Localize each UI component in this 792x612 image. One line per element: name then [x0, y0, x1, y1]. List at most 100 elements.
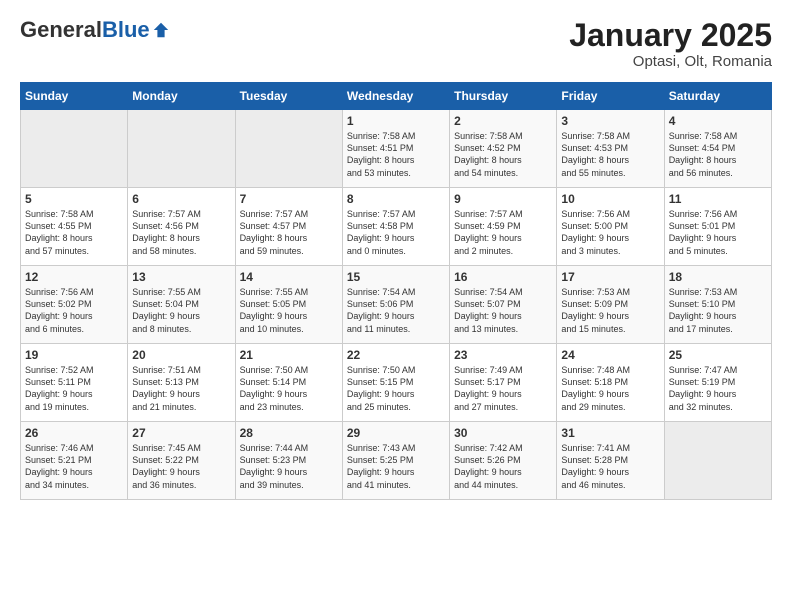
calendar-cell: 28 Sunrise: 7:44 AM Sunset: 5:23 PM Dayli… — [235, 422, 342, 500]
day-number: 28 — [240, 426, 338, 440]
calendar-cell: 24 Sunrise: 7:48 AM Sunset: 5:18 PM Dayli… — [557, 344, 664, 422]
day-info: Sunrise: 7:55 AM Sunset: 5:05 PM Dayligh… — [240, 286, 338, 335]
day-info: Sunrise: 7:50 AM Sunset: 5:14 PM Dayligh… — [240, 364, 338, 413]
calendar-cell: 30Sunrise: 7:42 AM Sunset: 5:26 PM Dayli… — [450, 422, 557, 500]
calendar-cell: 4 Sunrise: 7:58 AM Sunset: 4:54 PM Daylig… — [664, 110, 771, 188]
day-info: Sunrise: 7:56 AM Sunset: 5:00 PM Dayligh… — [561, 208, 659, 257]
day-info: Sunrise: 7:56 AM Sunset: 5:02 PM Dayligh… — [25, 286, 123, 335]
calendar-title: January 2025 — [569, 18, 772, 53]
header: GeneralBlue January 2025 Optasi, Olt, Ro… — [20, 18, 772, 70]
calendar-cell: 5 Sunrise: 7:58 AM Sunset: 4:55 PM Daylig… — [21, 188, 128, 266]
calendar-cell: 1 Sunrise: 7:58 AM Sunset: 4:51 PM Daylig… — [342, 110, 449, 188]
day-info: Sunrise: 7:46 AM Sunset: 5:21 PM Dayligh… — [25, 442, 123, 491]
day-number: 5 — [25, 192, 123, 206]
day-info: Sunrise: 7:56 AM Sunset: 5:01 PM Dayligh… — [669, 208, 767, 257]
calendar-cell: 20 Sunrise: 7:51 AM Sunset: 5:13 PM Dayli… — [128, 344, 235, 422]
calendar-cell: 19 Sunrise: 7:52 AM Sunset: 5:11 PM Dayli… — [21, 344, 128, 422]
day-info: Sunrise: 7:51 AM Sunset: 5:13 PM Dayligh… — [132, 364, 230, 413]
day-info: Sunrise: 7:53 AM Sunset: 5:09 PM Dayligh… — [561, 286, 659, 335]
day-number: 13 — [132, 270, 230, 284]
day-number: 27 — [132, 426, 230, 440]
day-number: 2 — [454, 114, 552, 128]
day-info: Sunrise: 7:53 AM Sunset: 5:10 PM Dayligh… — [669, 286, 767, 335]
calendar-cell: 18Sunrise: 7:53 AM Sunset: 5:10 PM Dayli… — [664, 266, 771, 344]
day-number: 10 — [561, 192, 659, 206]
day-info: Sunrise: 7:57 AM Sunset: 4:59 PM Dayligh… — [454, 208, 552, 257]
day-number: 16 — [454, 270, 552, 284]
weekday-header-tuesday: Tuesday — [235, 83, 342, 110]
calendar-cell: 3 Sunrise: 7:58 AM Sunset: 4:53 PM Daylig… — [557, 110, 664, 188]
logo-general: GeneralBlue — [20, 18, 150, 42]
weekday-header-saturday: Saturday — [664, 83, 771, 110]
calendar-cell: 17 Sunrise: 7:53 AM Sunset: 5:09 PM Dayli… — [557, 266, 664, 344]
day-info: Sunrise: 7:54 AM Sunset: 5:06 PM Dayligh… — [347, 286, 445, 335]
day-info: Sunrise: 7:50 AM Sunset: 5:15 PM Dayligh… — [347, 364, 445, 413]
day-info: Sunrise: 7:49 AM Sunset: 5:17 PM Dayligh… — [454, 364, 552, 413]
calendar-cell: 6Sunrise: 7:57 AM Sunset: 4:56 PM Daylig… — [128, 188, 235, 266]
calendar-cell: 26Sunrise: 7:46 AM Sunset: 5:21 PM Dayli… — [21, 422, 128, 500]
weekday-header-sunday: Sunday — [21, 83, 128, 110]
calendar-week-3: 12Sunrise: 7:56 AM Sunset: 5:02 PM Dayli… — [21, 266, 772, 344]
calendar-cell: 12Sunrise: 7:56 AM Sunset: 5:02 PM Dayli… — [21, 266, 128, 344]
day-number: 22 — [347, 348, 445, 362]
day-number: 29 — [347, 426, 445, 440]
day-info: Sunrise: 7:58 AM Sunset: 4:53 PM Dayligh… — [561, 130, 659, 179]
page: GeneralBlue January 2025 Optasi, Olt, Ro… — [0, 0, 792, 510]
calendar-cell: 15 Sunrise: 7:54 AM Sunset: 5:06 PM Dayli… — [342, 266, 449, 344]
calendar-cell: 23 Sunrise: 7:49 AM Sunset: 5:17 PM Dayli… — [450, 344, 557, 422]
calendar-cell: 27Sunrise: 7:45 AM Sunset: 5:22 PM Dayli… — [128, 422, 235, 500]
calendar-week-5: 26Sunrise: 7:46 AM Sunset: 5:21 PM Dayli… — [21, 422, 772, 500]
calendar-cell: 2 Sunrise: 7:58 AM Sunset: 4:52 PM Daylig… — [450, 110, 557, 188]
title-block: January 2025 Optasi, Olt, Romania — [569, 18, 772, 70]
weekday-header-monday: Monday — [128, 83, 235, 110]
day-number: 20 — [132, 348, 230, 362]
day-info: Sunrise: 7:52 AM Sunset: 5:11 PM Dayligh… — [25, 364, 123, 413]
calendar-cell: 13Sunrise: 7:55 AM Sunset: 5:04 PM Dayli… — [128, 266, 235, 344]
calendar-week-1: 1 Sunrise: 7:58 AM Sunset: 4:51 PM Daylig… — [21, 110, 772, 188]
weekday-header-friday: Friday — [557, 83, 664, 110]
weekday-header-thursday: Thursday — [450, 83, 557, 110]
calendar-cell: 9Sunrise: 7:57 AM Sunset: 4:59 PM Daylig… — [450, 188, 557, 266]
day-number: 30 — [454, 426, 552, 440]
calendar-cell: 22 Sunrise: 7:50 AM Sunset: 5:15 PM Dayli… — [342, 344, 449, 422]
day-number: 6 — [132, 192, 230, 206]
weekday-header-row: SundayMondayTuesdayWednesdayThursdayFrid… — [21, 83, 772, 110]
calendar-subtitle: Optasi, Olt, Romania — [569, 53, 772, 70]
day-info: Sunrise: 7:58 AM Sunset: 4:55 PM Dayligh… — [25, 208, 123, 257]
calendar-cell: 14 Sunrise: 7:55 AM Sunset: 5:05 PM Dayli… — [235, 266, 342, 344]
day-number: 17 — [561, 270, 659, 284]
calendar-week-2: 5 Sunrise: 7:58 AM Sunset: 4:55 PM Daylig… — [21, 188, 772, 266]
day-number: 23 — [454, 348, 552, 362]
day-info: Sunrise: 7:47 AM Sunset: 5:19 PM Dayligh… — [669, 364, 767, 413]
logo-icon — [152, 21, 170, 39]
day-info: Sunrise: 7:41 AM Sunset: 5:28 PM Dayligh… — [561, 442, 659, 491]
day-number: 4 — [669, 114, 767, 128]
day-number: 3 — [561, 114, 659, 128]
calendar-cell: 21 Sunrise: 7:50 AM Sunset: 5:14 PM Dayli… — [235, 344, 342, 422]
day-number: 24 — [561, 348, 659, 362]
calendar-cell: 16 Sunrise: 7:54 AM Sunset: 5:07 PM Dayli… — [450, 266, 557, 344]
calendar-cell — [128, 110, 235, 188]
calendar-cell: 10 Sunrise: 7:56 AM Sunset: 5:00 PM Dayli… — [557, 188, 664, 266]
day-info: Sunrise: 7:48 AM Sunset: 5:18 PM Dayligh… — [561, 364, 659, 413]
day-number: 19 — [25, 348, 123, 362]
day-number: 15 — [347, 270, 445, 284]
weekday-header-wednesday: Wednesday — [342, 83, 449, 110]
day-number: 14 — [240, 270, 338, 284]
day-info: Sunrise: 7:44 AM Sunset: 5:23 PM Dayligh… — [240, 442, 338, 491]
day-number: 8 — [347, 192, 445, 206]
logo: GeneralBlue — [20, 18, 170, 42]
day-info: Sunrise: 7:54 AM Sunset: 5:07 PM Dayligh… — [454, 286, 552, 335]
day-info: Sunrise: 7:58 AM Sunset: 4:52 PM Dayligh… — [454, 130, 552, 179]
calendar-week-4: 19 Sunrise: 7:52 AM Sunset: 5:11 PM Dayli… — [21, 344, 772, 422]
calendar-cell: 25Sunrise: 7:47 AM Sunset: 5:19 PM Dayli… — [664, 344, 771, 422]
calendar-cell — [21, 110, 128, 188]
calendar-table: SundayMondayTuesdayWednesdayThursdayFrid… — [20, 82, 772, 500]
day-info: Sunrise: 7:58 AM Sunset: 4:54 PM Dayligh… — [669, 130, 767, 179]
day-number: 1 — [347, 114, 445, 128]
calendar-cell: 7Sunrise: 7:57 AM Sunset: 4:57 PM Daylig… — [235, 188, 342, 266]
day-number: 21 — [240, 348, 338, 362]
calendar-cell — [664, 422, 771, 500]
day-number: 31 — [561, 426, 659, 440]
day-info: Sunrise: 7:58 AM Sunset: 4:51 PM Dayligh… — [347, 130, 445, 179]
